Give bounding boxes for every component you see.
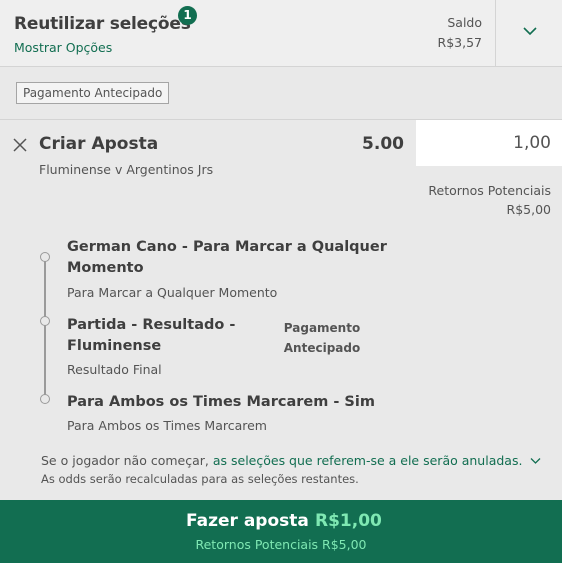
tag-row: Pagamento Antecipado xyxy=(0,67,562,120)
potential-returns-label: Retornos Potenciais xyxy=(428,183,551,198)
chevron-down-icon[interactable] xyxy=(530,457,541,465)
close-icon[interactable] xyxy=(12,137,28,153)
stake-input[interactable] xyxy=(416,120,562,166)
selection-title-line: Momento xyxy=(67,260,144,276)
selection-timeline xyxy=(44,257,46,400)
void-notice-link[interactable]: as seleções que referem-se a ele serão a… xyxy=(213,453,523,468)
selection-subtitle: Resultado Final xyxy=(67,362,162,377)
timeline-dot xyxy=(40,252,50,262)
bet-odds: 5.00 xyxy=(362,134,404,154)
balance-label: Saldo xyxy=(447,15,482,30)
place-bet-button[interactable]: Fazer aposta R$1,00 Retornos Potenciais … xyxy=(0,500,562,563)
early-payout-tag: Pagamento Antecipado xyxy=(16,82,170,104)
place-bet-returns: Retornos Potenciais R$5,00 xyxy=(195,537,367,552)
selection-title: Partida - Resultado - Fluminense xyxy=(67,315,235,357)
selection-subtitle: Para Marcar a Qualquer Momento xyxy=(67,285,278,300)
show-options-link[interactable]: Mostrar Opções xyxy=(14,40,112,55)
betslip-header: Reutilizar seleções 1 Mostrar Opções Sal… xyxy=(0,0,562,67)
place-bet-amount: R$1,00 xyxy=(315,511,382,531)
place-bet-label: Fazer aposta xyxy=(186,511,309,531)
selection-title-line: Partida - Resultado - xyxy=(67,317,236,333)
selection-subtitle: Para Ambos os Times Marcarem xyxy=(67,418,267,433)
balance-value: R$3,57 xyxy=(437,35,482,50)
void-notice: Se o jogador não começar, as seleções qu… xyxy=(41,453,541,468)
selection-title: German Cano - Para Marcar a Qualquer Mom… xyxy=(67,237,387,279)
timeline-dot xyxy=(40,316,50,326)
recalc-notice: As odds serão recalculadas para as seleç… xyxy=(41,472,359,486)
selection-title: Para Ambos os Times Marcarem - Sim xyxy=(67,394,375,410)
selection-title-line: German Cano - Para Marcar a Qualquer xyxy=(67,239,387,255)
bet-title: Criar Aposta xyxy=(39,134,159,154)
header-title: Reutilizar seleções xyxy=(14,14,191,34)
selection-title-line: Fluminense xyxy=(67,338,162,354)
potential-returns-value: R$5,00 xyxy=(506,202,551,217)
early-payout-badge: Pagamento Antecipado xyxy=(282,318,362,358)
timeline-dot xyxy=(40,394,50,404)
bet-builder: Criar Aposta 5.00 Fluminense v Argentino… xyxy=(0,120,562,500)
selection-count-badge: 1 xyxy=(178,6,197,25)
early-payout-badge-line: Pagamento xyxy=(283,321,361,335)
void-notice-text: Se o jogador não começar, xyxy=(41,453,213,468)
match-name: Fluminense v Argentinos Jrs xyxy=(39,162,214,177)
early-payout-badge-line: Antecipado xyxy=(283,341,361,355)
collapse-button[interactable] xyxy=(495,0,562,66)
chevron-down-icon xyxy=(523,27,537,36)
